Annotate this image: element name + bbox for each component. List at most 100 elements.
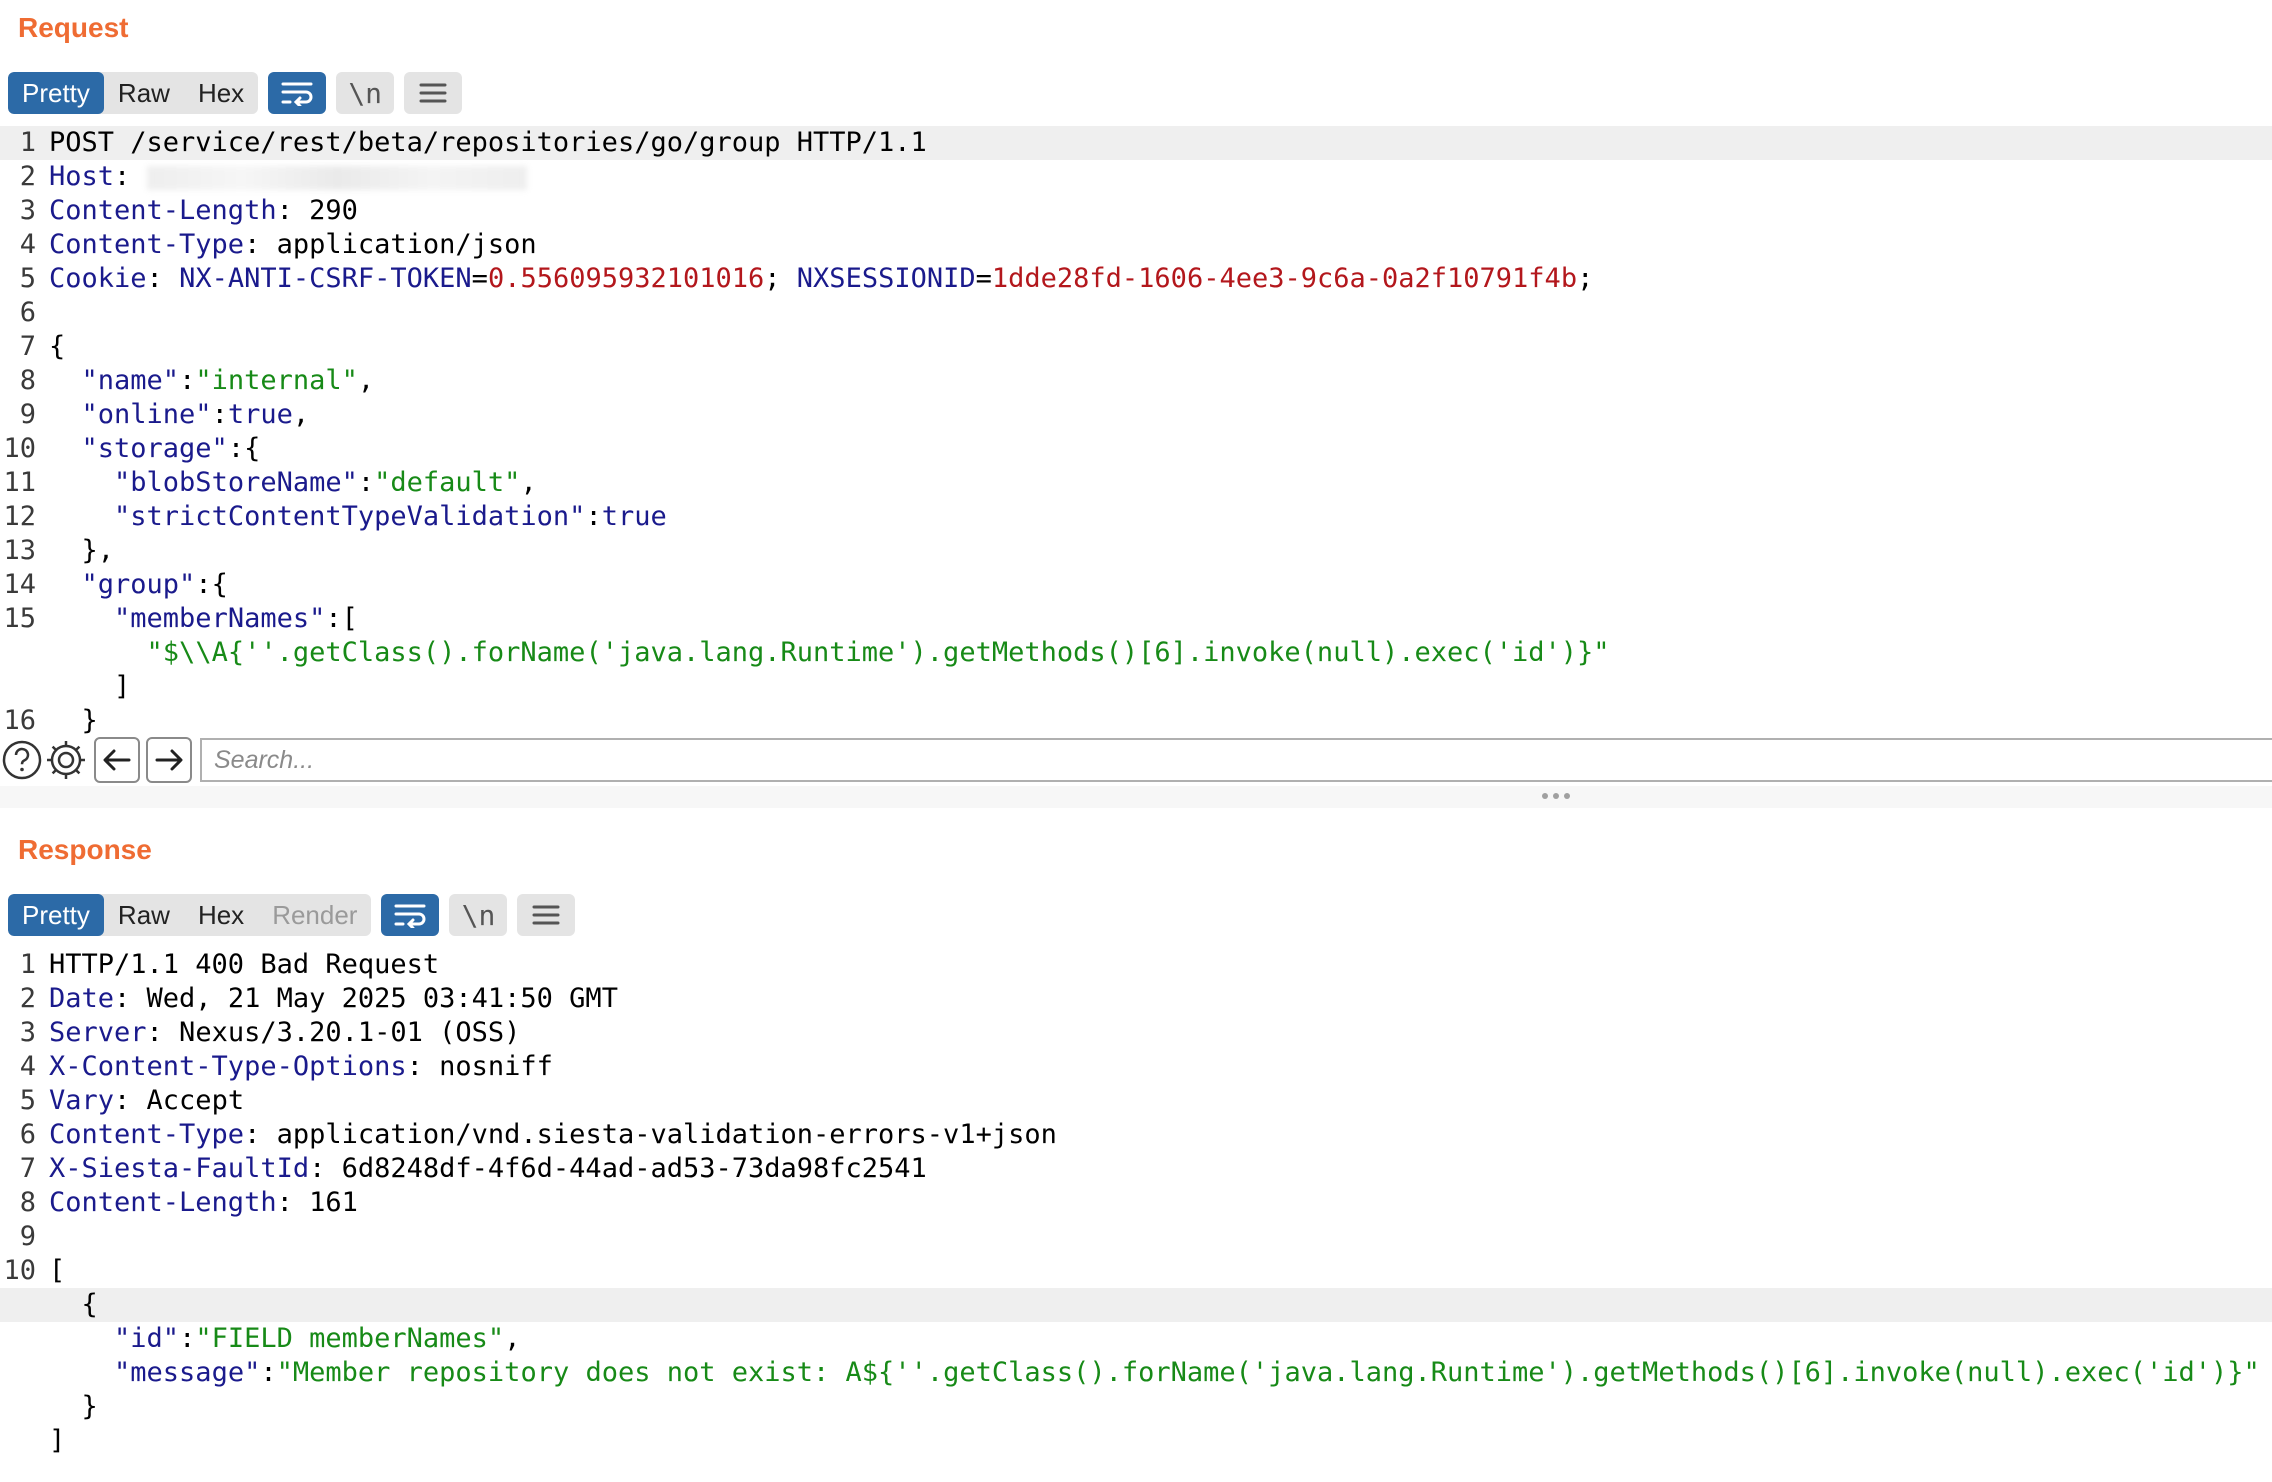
code-line[interactable]: 14 "group":{ (0, 568, 2272, 602)
code-line[interactable]: 5 Cookie: NX-ANTI-CSRF-TOKEN=0.5560959321… (0, 262, 2272, 296)
panel-divider[interactable] (0, 786, 2272, 808)
code-line[interactable]: 8 "name":"internal", (0, 364, 2272, 398)
code-token: :{ (227, 433, 261, 464)
code-token: :{ (195, 569, 228, 600)
help-button[interactable] (0, 738, 44, 782)
code-token: , (292, 399, 310, 430)
code-line[interactable]: } (0, 1390, 2272, 1424)
code-line[interactable]: 10 "storage":{ (0, 432, 2272, 466)
wrap-icon (394, 904, 426, 928)
code-text: Content-Type: application/vnd.siesta-val… (49, 1118, 1057, 1152)
code-line[interactable]: 2 Host: (0, 160, 2272, 194)
code-token: : Nexus/3.20.1-01 (OSS) (146, 1017, 521, 1048)
response-view-tabs: Pretty Raw Hex Render (8, 894, 372, 936)
code-text: HTTP/1.1 400 Bad Request (49, 948, 439, 982)
tab-raw[interactable]: Raw (104, 72, 184, 114)
code-line[interactable]: 7{ (0, 330, 2272, 364)
code-line[interactable]: 15 "memberNames":[ (0, 602, 2272, 636)
code-token: NXSESSIONID (796, 263, 976, 294)
code-line[interactable]: ] (0, 670, 2272, 704)
search-input[interactable] (200, 738, 2272, 782)
code-line[interactable]: 10 [ (0, 1254, 2272, 1288)
code-line[interactable]: "id":"FIELD memberNames", (0, 1322, 2272, 1356)
code-text: } (49, 1390, 98, 1424)
code-token: = (975, 263, 992, 294)
line-number: 12 (3, 501, 36, 532)
code-line[interactable]: "message":"Member repository does not ex… (0, 1356, 2272, 1390)
tab-hex[interactable]: Hex (184, 72, 258, 114)
code-line[interactable]: 13 }, (0, 534, 2272, 568)
code-token: { (49, 1289, 98, 1320)
code-line[interactable]: 9 (0, 1220, 2272, 1254)
request-editor[interactable]: 1 POST /service/rest/beta/repositories/go… (0, 126, 2272, 738)
code-line[interactable]: 8 Content-Length: 161 (0, 1186, 2272, 1220)
response-editor[interactable]: 1 HTTP/1.1 400 Bad Request 2 Date: Wed, 21 … (0, 948, 2272, 1458)
code-line[interactable]: 6 (0, 296, 2272, 330)
line-number: 14 (3, 569, 36, 600)
wrap-lines-button[interactable] (268, 72, 327, 114)
code-token: 1dde28fd-1606-4ee3-9c6a-0a2f10791f4b (991, 263, 1578, 294)
code-line[interactable]: 4 X-Content-Type-Options: nosniff (0, 1050, 2272, 1084)
settings-button[interactable] (44, 738, 88, 782)
code-token: : 290 (276, 195, 358, 226)
code-line[interactable]: 6 Content-Type: application/vnd.siesta-va… (0, 1118, 2272, 1152)
line-number: 8 (19, 365, 36, 396)
menu-button[interactable] (517, 894, 576, 936)
code-line[interactable]: 2 Date: Wed, 21 May 2025 03:41:50 GMT (0, 982, 2272, 1016)
code-token: "internal" (195, 365, 358, 396)
show-newlines-button[interactable]: \n (336, 72, 395, 114)
code-text: Vary: Accept (49, 1084, 244, 1118)
code-line[interactable]: 9 "online":true, (0, 398, 2272, 432)
show-newlines-button[interactable]: \n (449, 894, 508, 936)
code-line[interactable]: 1 POST /service/rest/beta/repositories/go… (0, 126, 2272, 160)
code-token: "storage" (81, 433, 228, 464)
code-line[interactable]: { (0, 1288, 2272, 1322)
line-number: 15 (3, 603, 36, 634)
tab-pretty[interactable]: Pretty (8, 894, 104, 936)
code-text: "$\\A{''.getClass().forName('java.lang.R… (49, 636, 1610, 670)
code-token: { (49, 331, 66, 362)
redacted-host-value (146, 165, 527, 190)
code-token: POST /service/rest/beta/repositories/go/… (49, 127, 927, 158)
code-token: Date (49, 983, 115, 1014)
line-number: 7 (19, 331, 36, 362)
code-line[interactable]: 12 "strictContentTypeValidation":true (0, 500, 2272, 534)
code-text: "blobStoreName":"default", (49, 466, 537, 500)
code-line[interactable]: 16 } (0, 704, 2272, 738)
code-line[interactable]: 3 Server: Nexus/3.20.1-01 (OSS) (0, 1016, 2272, 1050)
code-line[interactable]: 3 Content-Length: 290 (0, 194, 2272, 228)
code-line[interactable]: 7 X-Siesta-FaultId: 6d8248df-4f6d-44ad-ad… (0, 1152, 2272, 1186)
divider-grip-icon[interactable] (1542, 790, 1572, 800)
menu-button[interactable] (404, 72, 463, 114)
code-line[interactable]: "$\\A{''.getClass().forName('java.lang.R… (0, 636, 2272, 670)
code-token: : (585, 501, 602, 532)
tab-render[interactable]: Render (258, 894, 371, 936)
code-line[interactable]: ] (0, 1424, 2272, 1458)
next-match-button[interactable] (146, 737, 192, 783)
tab-raw[interactable]: Raw (104, 894, 184, 936)
code-token: 0.556095932101016 (487, 263, 765, 294)
newline-icon: \n (348, 76, 383, 110)
code-text: [ (49, 1254, 65, 1288)
code-token: : application/vnd.siesta-validation-erro… (244, 1119, 1057, 1150)
code-token: , (520, 467, 537, 498)
tab-hex[interactable]: Hex (184, 894, 258, 936)
code-token: "group" (81, 569, 196, 600)
code-token: X-Siesta-FaultId (49, 1153, 310, 1184)
previous-match-button[interactable] (94, 737, 140, 783)
code-line[interactable]: 11 "blobStoreName":"default", (0, 466, 2272, 500)
response-panel: Response Pretty Raw Hex Render \n 1 HTTP/… (0, 822, 2272, 1482)
line-number: 3 (19, 1017, 36, 1048)
code-line[interactable]: 5 Vary: Accept (0, 1084, 2272, 1118)
request-view-tabs: Pretty Raw Hex (8, 72, 259, 114)
code-token: Content-Type (49, 229, 245, 260)
code-token: "online" (81, 399, 212, 430)
code-line[interactable]: 1 HTTP/1.1 400 Bad Request (0, 948, 2272, 982)
tab-pretty[interactable]: Pretty (8, 72, 104, 114)
code-token: }, (49, 535, 115, 566)
code-line[interactable]: 4 Content-Type: application/json (0, 228, 2272, 262)
wrap-lines-button[interactable] (381, 894, 440, 936)
code-token: "name" (81, 365, 180, 396)
